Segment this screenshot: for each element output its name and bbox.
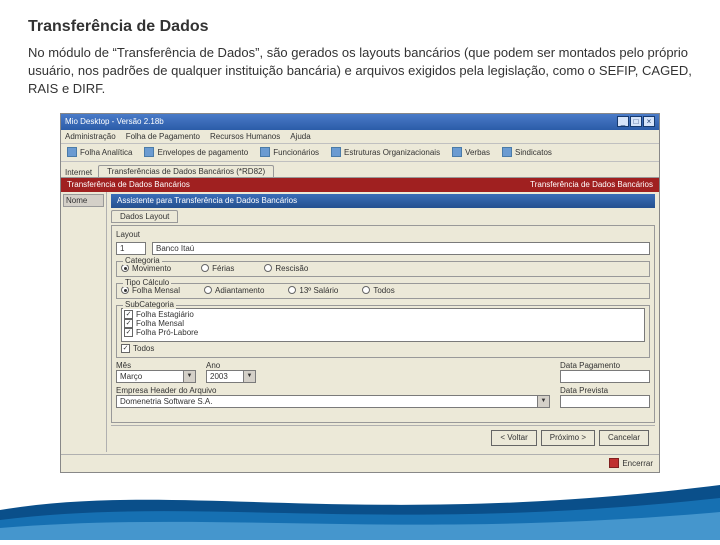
radio-icon — [121, 264, 129, 272]
dataprev-label: Data Prevista — [560, 386, 650, 395]
layout-label: Layout — [116, 230, 650, 239]
minimize-button[interactable]: _ — [617, 116, 629, 127]
datapag-input[interactable] — [560, 370, 650, 383]
chevron-down-icon: ▼ — [538, 395, 550, 408]
ano-select[interactable]: 2003▼ — [206, 370, 256, 383]
toolbar: Folha Analítica Envelopes de pagamento F… — [61, 144, 659, 162]
mes-select[interactable]: Março▼ — [116, 370, 196, 383]
tb-envelopes[interactable]: Envelopes de pagamento — [144, 147, 248, 157]
right-panel: Assistente para Transferência de Dados B… — [107, 192, 659, 452]
slide-title: Transferência de Dados — [0, 0, 720, 44]
titlebar: Mio Desktop - Versão 2.18b _ □ × — [61, 114, 659, 130]
decorative-wave — [0, 470, 720, 540]
tipocalc-group: Tipo Cálculo Folha Mensal Adiantamento 1… — [116, 283, 650, 299]
layout-desc-input[interactable]: Banco Itaú — [152, 242, 650, 255]
wizard-panel: Layout 1 Banco Itaú Categoria Movimento … — [111, 225, 655, 423]
radio-icon — [288, 286, 296, 294]
proximo-button[interactable]: Próximo > — [541, 430, 595, 446]
radio-icon — [264, 264, 272, 272]
group-icon — [502, 147, 512, 157]
tab-active[interactable]: Transferências de Dados Bancários (*RD82… — [98, 165, 274, 177]
left-panel: Nome — [61, 192, 107, 452]
radio-icon — [362, 286, 370, 294]
checkbox-icon: ✓ — [124, 310, 133, 319]
users-icon — [260, 147, 270, 157]
tab-dados-layout[interactable]: Dados Layout — [111, 210, 178, 223]
layout-id-input[interactable]: 1 — [116, 242, 146, 255]
menubar: Administração Folha de Pagamento Recurso… — [61, 130, 659, 144]
voltar-button[interactable]: < Voltar — [491, 430, 536, 446]
radio-icon — [204, 286, 212, 294]
app-window: Mio Desktop - Versão 2.18b _ □ × Adminis… — [60, 113, 660, 473]
wizard-tabs: Dados Layout — [111, 210, 655, 223]
categoria-label: Categoria — [123, 256, 162, 265]
empresa-label: Empresa Header do Arquivo — [116, 386, 550, 395]
module-header: Transferência de Dados Bancários Transfe… — [61, 178, 659, 192]
categoria-group: Categoria Movimento Férias Rescisão — [116, 261, 650, 277]
datapag-label: Data Pagamento — [560, 361, 650, 370]
module-title-right: Transferência de Dados Bancários — [530, 180, 653, 189]
tipocalc-label: Tipo Cálculo — [123, 278, 171, 287]
radio-icon — [201, 264, 209, 272]
tb-funcionarios[interactable]: Funcionários — [260, 147, 319, 157]
menu-rh[interactable]: Recursos Humanos — [210, 132, 280, 141]
tree-icon — [331, 147, 341, 157]
close-button[interactable]: × — [643, 116, 655, 127]
radio-movimento[interactable]: Movimento — [121, 264, 171, 273]
checkbox-icon: ✓ — [124, 319, 133, 328]
radio-todos-calc[interactable]: Todos — [362, 286, 394, 295]
radio-icon — [121, 286, 129, 294]
radio-folha-mensal[interactable]: Folha Mensal — [121, 286, 180, 295]
module-title-left: Transferência de Dados Bancários — [67, 180, 190, 189]
chevron-down-icon: ▼ — [184, 370, 196, 383]
window-title: Mio Desktop - Versão 2.18b — [65, 117, 164, 126]
tb-estruturas[interactable]: Estruturas Organizacionais — [331, 147, 440, 157]
chevron-down-icon: ▼ — [244, 370, 256, 383]
chk-todos[interactable]: ✓Todos — [121, 344, 645, 353]
menu-admin[interactable]: Administração — [65, 132, 116, 141]
tabstrip: Internet Transferências de Dados Bancári… — [61, 162, 659, 178]
encerrar-button[interactable]: Encerrar — [609, 458, 653, 468]
menu-ajuda[interactable]: Ajuda — [290, 132, 310, 141]
cancelar-button[interactable]: Cancelar — [599, 430, 649, 446]
subcat-list[interactable]: ✓Folha Estagiário ✓Folha Mensal ✓Folha P… — [121, 308, 645, 342]
tb-folha-analitica[interactable]: Folha Analítica — [67, 147, 132, 157]
ano-label: Ano — [206, 361, 256, 370]
maximize-button[interactable]: □ — [630, 116, 642, 127]
chk-estagiario[interactable]: ✓Folha Estagiário — [124, 310, 642, 319]
checkbox-icon: ✓ — [121, 344, 130, 353]
left-header: Nome — [63, 194, 104, 207]
chk-mensal[interactable]: ✓Folha Mensal — [124, 319, 642, 328]
mes-label: Mês — [116, 361, 196, 370]
statusbar: Encerrar — [61, 454, 659, 472]
subcat-group: SubCategoria ✓Folha Estagiário ✓Folha Me… — [116, 305, 650, 358]
power-icon — [609, 458, 619, 468]
subcat-label: SubCategoria — [123, 300, 176, 309]
slide-paragraph: No módulo de “Transferência de Dados”, s… — [0, 44, 720, 107]
menu-folha[interactable]: Folha de Pagamento — [126, 132, 200, 141]
dataprev-input[interactable] — [560, 395, 650, 408]
wizard-buttons: < Voltar Próximo > Cancelar — [111, 425, 655, 450]
radio-rescisao[interactable]: Rescisão — [264, 264, 308, 273]
empresa-select[interactable]: Domenetria Software S.A.▼ — [116, 395, 550, 408]
tabstrip-prefix: Internet — [65, 168, 92, 177]
radio-ferias[interactable]: Férias — [201, 264, 234, 273]
doc-icon — [67, 147, 77, 157]
tb-verbas[interactable]: Verbas — [452, 147, 490, 157]
envelope-icon — [144, 147, 154, 157]
radio-adiantamento[interactable]: Adiantamento — [204, 286, 264, 295]
tb-sindicatos[interactable]: Sindicatos — [502, 147, 552, 157]
radio-13salario[interactable]: 13º Salário — [288, 286, 338, 295]
wizard-titlebar: Assistente para Transferência de Dados B… — [111, 194, 655, 208]
checkbox-icon: ✓ — [124, 328, 133, 337]
money-icon — [452, 147, 462, 157]
chk-prolabore[interactable]: ✓Folha Pró-Labore — [124, 328, 642, 337]
